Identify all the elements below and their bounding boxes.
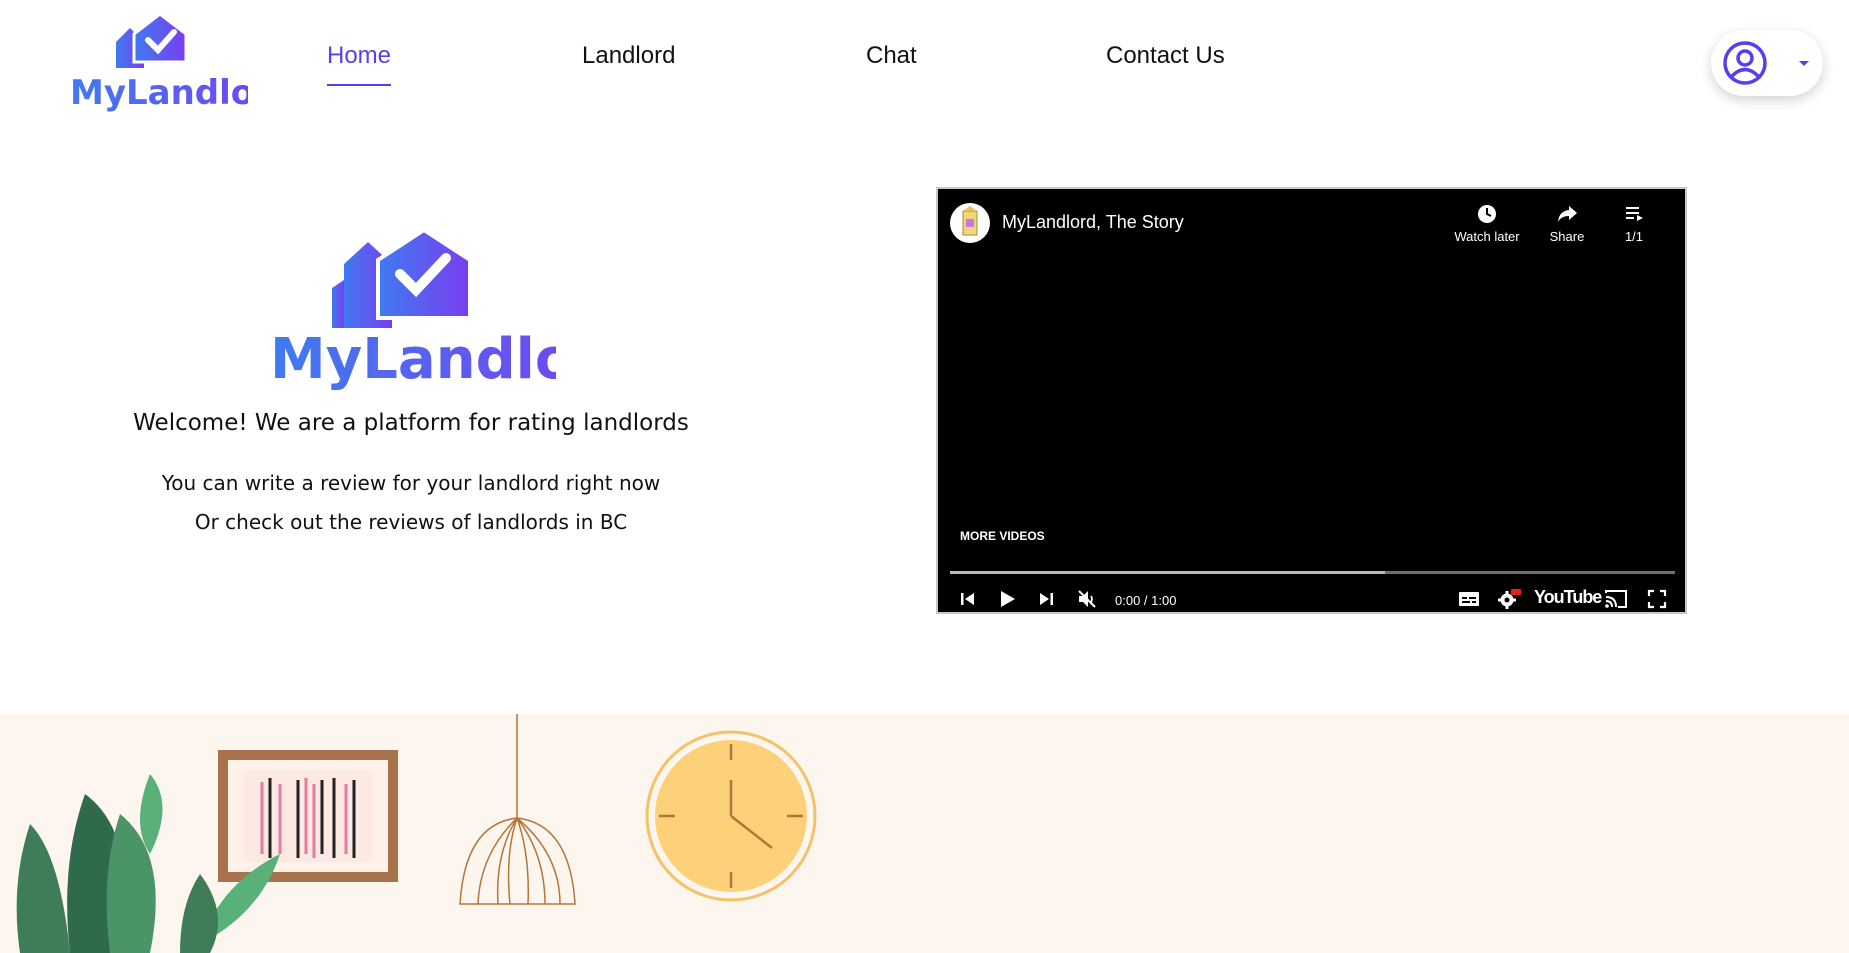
youtube-video-player[interactable]: MyLandlord, The Story Watch later Share … xyxy=(936,187,1687,614)
share-arrow-icon xyxy=(1558,206,1577,222)
welcome-heading: Welcome! We are a platform for rating la… xyxy=(133,410,689,436)
user-menu-button[interactable] xyxy=(1711,30,1823,96)
more-videos-label[interactable]: MORE VIDEOS xyxy=(960,529,1045,543)
volume-muted-icon xyxy=(1078,590,1096,608)
skip-previous-icon xyxy=(961,593,974,605)
next-button[interactable] xyxy=(1034,584,1060,612)
pendant-lamp-illustration xyxy=(459,714,576,905)
nav-contact-us[interactable]: Contact Us xyxy=(1106,42,1225,70)
hero-logo-text: MyLandlord xyxy=(270,327,556,392)
share-label: Share xyxy=(1549,229,1585,244)
watch-later-label: Watch later xyxy=(1454,229,1520,244)
playlist-button[interactable]: 1/1 xyxy=(1589,203,1679,244)
room-illustration xyxy=(0,714,1849,953)
watch-later-button[interactable]: Watch later xyxy=(1442,203,1532,244)
play-button[interactable] xyxy=(994,584,1020,612)
cast-icon xyxy=(1605,590,1627,608)
captions-icon xyxy=(1459,592,1479,606)
fullscreen-button[interactable] xyxy=(1642,584,1672,612)
playlist-count: 1/1 xyxy=(1624,229,1644,244)
gear-hd-icon xyxy=(1498,589,1521,609)
youtube-logo[interactable]: YouTube xyxy=(1534,587,1602,608)
skip-next-icon xyxy=(1040,593,1053,605)
nav-landlord[interactable]: Landlord xyxy=(582,42,675,70)
play-icon xyxy=(1001,591,1015,607)
hero-line-browse: Or check out the reviews of landlords in… xyxy=(194,510,628,534)
previous-button[interactable] xyxy=(954,584,980,612)
user-circle-icon xyxy=(1723,41,1767,85)
picture-frame-art xyxy=(218,750,398,882)
cast-button[interactable] xyxy=(1601,584,1631,612)
nav-chat[interactable]: Chat xyxy=(866,42,917,70)
brand-logo[interactable]: MyLandlord xyxy=(68,12,295,113)
video-time: 0:00 / 1:00 xyxy=(1115,593,1177,608)
top-navbar: MyLandlord Home Landlord Chat Contact Us xyxy=(0,0,1849,120)
fullscreen-icon xyxy=(1647,589,1667,609)
settings-button[interactable] xyxy=(1494,584,1524,612)
captions-button[interactable] xyxy=(1454,584,1484,612)
channel-avatar[interactable] xyxy=(950,203,990,243)
brand-logo-text: MyLandlord xyxy=(70,73,248,112)
video-title[interactable]: MyLandlord, The Story xyxy=(1002,212,1184,233)
mute-button[interactable] xyxy=(1072,584,1102,612)
clock-icon xyxy=(1478,205,1496,223)
wall-clock-illustration xyxy=(645,730,817,902)
video-progress-bar[interactable] xyxy=(950,571,1675,574)
hero-logo: MyLandlord xyxy=(266,227,641,398)
nav-home[interactable]: Home xyxy=(327,42,391,70)
nav-active-underline xyxy=(327,84,391,86)
playlist-icon xyxy=(1626,207,1643,221)
caret-down-icon xyxy=(1799,61,1809,66)
video-progress-fill xyxy=(950,571,1385,574)
hero-line-review: You can write a review for your landlord… xyxy=(161,471,661,495)
